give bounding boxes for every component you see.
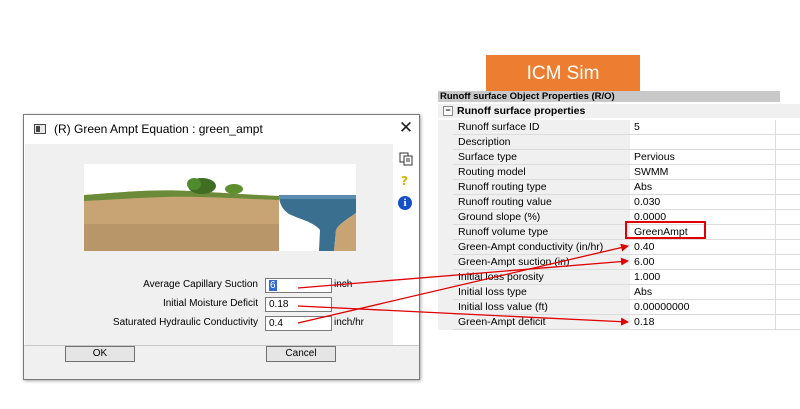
- row-gutter: [438, 240, 453, 255]
- property-value[interactable]: Abs: [630, 285, 776, 300]
- row-gutter: [438, 255, 453, 270]
- property-value[interactable]: 5: [630, 120, 776, 135]
- property-name: Runoff surface ID: [453, 120, 635, 135]
- property-value[interactable]: Abs: [630, 180, 776, 195]
- property-row[interactable]: Ground slope (%) 0.0000: [438, 210, 800, 225]
- property-value[interactable]: 0.18: [630, 315, 776, 330]
- row-gutter: [438, 165, 453, 180]
- soil-profile-illustration: [84, 164, 356, 251]
- average-capillary-suction-label: Average Capillary Suction: [143, 279, 258, 290]
- saturated-hydraulic-conductivity-label: Saturated Hydraulic Conductivity: [112, 317, 258, 328]
- property-name: Initial loss type: [453, 285, 635, 300]
- property-name: Initial loss porosity: [453, 270, 635, 285]
- row-gutter: [438, 195, 453, 210]
- close-icon[interactable]: ✕: [396, 118, 416, 138]
- property-extra-cell: [776, 270, 800, 285]
- row-gutter: [438, 285, 453, 300]
- initial-moisture-deficit-field[interactable]: 0.18: [265, 297, 332, 312]
- cancel-button[interactable]: Cancel: [266, 346, 336, 362]
- side-toolbar: ? i: [393, 144, 419, 345]
- property-extra-cell: [776, 120, 800, 135]
- row-gutter: [438, 135, 453, 150]
- property-name: Green-Ampt suction (in): [453, 255, 635, 270]
- average-capillary-suction-unit: inch: [334, 279, 353, 290]
- property-value[interactable]: Pervious: [630, 150, 776, 165]
- property-row[interactable]: Runoff volume type GreenAmpt: [438, 225, 800, 240]
- property-extra-cell: [776, 240, 800, 255]
- property-extra-cell: [776, 135, 800, 150]
- runoff-surface-property-grid: Runoff surface Object Properties (R/O) −…: [438, 91, 800, 331]
- runoff-volume-type-highlight: [625, 221, 706, 239]
- row-gutter: [438, 180, 453, 195]
- property-grid-header: Runoff surface Object Properties (R/O): [438, 91, 780, 102]
- property-row[interactable]: Runoff routing value 0.030: [438, 195, 800, 210]
- property-row[interactable]: Runoff routing type Abs: [438, 180, 800, 195]
- property-extra-cell: [776, 150, 800, 165]
- property-name: Surface type: [453, 150, 635, 165]
- saturated-hydraulic-conductivity-field[interactable]: 0.4: [265, 316, 332, 331]
- property-row[interactable]: Green-Ampt suction (in) 6.00: [438, 255, 800, 270]
- average-capillary-suction-field[interactable]: 6: [265, 278, 332, 293]
- property-value[interactable]: 1.000: [630, 270, 776, 285]
- property-extra-cell: [776, 255, 800, 270]
- property-name: Green-Ampt deficit: [453, 315, 635, 330]
- property-row[interactable]: Description: [438, 135, 800, 150]
- dialog-title: (R) Green Ampt Equation : green_ampt: [54, 122, 263, 136]
- property-value[interactable]: 0.030: [630, 195, 776, 210]
- dialog-body: Average Capillary Suction 6 inch Initial…: [25, 144, 393, 345]
- property-value[interactable]: 0.00000000: [630, 300, 776, 315]
- property-name: Runoff volume type: [453, 225, 635, 240]
- copy-icon[interactable]: [399, 152, 413, 166]
- row-gutter: [438, 225, 453, 240]
- property-name: Ground slope (%): [453, 210, 635, 225]
- property-row[interactable]: Runoff surface ID 5: [438, 120, 800, 135]
- row-gutter: [438, 210, 453, 225]
- property-row[interactable]: Green-Ampt conductivity (in/hr) 0.40: [438, 240, 800, 255]
- property-extra-cell: [776, 315, 800, 330]
- ok-button[interactable]: OK: [65, 346, 135, 362]
- property-name: Runoff routing type: [453, 180, 635, 195]
- row-gutter: [438, 150, 453, 165]
- property-row[interactable]: Routing model SWMM: [438, 165, 800, 180]
- property-name: Green-Ampt conductivity (in/hr): [453, 240, 635, 255]
- property-name: Runoff routing value: [453, 195, 635, 210]
- property-row[interactable]: Initial loss type Abs: [438, 285, 800, 300]
- property-extra-cell: [776, 180, 800, 195]
- property-section-label: Runoff surface properties: [457, 105, 586, 117]
- row-gutter: [438, 300, 453, 315]
- property-row[interactable]: Green-Ampt deficit 0.18: [438, 315, 800, 330]
- property-row[interactable]: Initial loss value (ft) 0.00000000: [438, 300, 800, 315]
- property-name: Description: [453, 135, 635, 150]
- property-value[interactable]: 6.00: [630, 255, 776, 270]
- help-icon[interactable]: ?: [401, 174, 408, 188]
- green-ampt-dialog: (R) Green Ampt Equation : green_ampt ✕ A…: [23, 114, 420, 380]
- row-gutter: [438, 270, 453, 285]
- property-extra-cell: [776, 285, 800, 300]
- row-gutter: [438, 120, 453, 135]
- collapse-icon[interactable]: −: [443, 106, 453, 117]
- icm-sim-badge: ICM Sim: [486, 55, 640, 92]
- property-extra-cell: [776, 195, 800, 210]
- property-name: Routing model: [453, 165, 635, 180]
- property-row[interactable]: Initial loss porosity 1.000: [438, 270, 800, 285]
- property-extra-cell: [776, 300, 800, 315]
- dialog-footer: OK Cancel: [24, 346, 419, 379]
- property-value[interactable]: SWMM: [630, 165, 776, 180]
- property-name: Initial loss value (ft): [453, 300, 635, 315]
- row-gutter: [438, 315, 453, 330]
- app-icon: [34, 124, 46, 134]
- property-value[interactable]: 0.40: [630, 240, 776, 255]
- property-extra-cell: [776, 225, 800, 240]
- property-section-header[interactable]: − Runoff surface properties: [438, 104, 800, 118]
- property-row[interactable]: Surface type Pervious: [438, 150, 800, 165]
- saturated-hydraulic-conductivity-unit: inch/hr: [334, 317, 365, 328]
- dialog-titlebar[interactable]: (R) Green Ampt Equation : green_ampt ✕: [24, 115, 419, 144]
- info-icon[interactable]: i: [398, 196, 412, 210]
- property-extra-cell: [776, 165, 800, 180]
- initial-moisture-deficit-label: Initial Moisture Deficit: [162, 298, 258, 309]
- property-extra-cell: [776, 210, 800, 225]
- property-value[interactable]: [630, 135, 776, 150]
